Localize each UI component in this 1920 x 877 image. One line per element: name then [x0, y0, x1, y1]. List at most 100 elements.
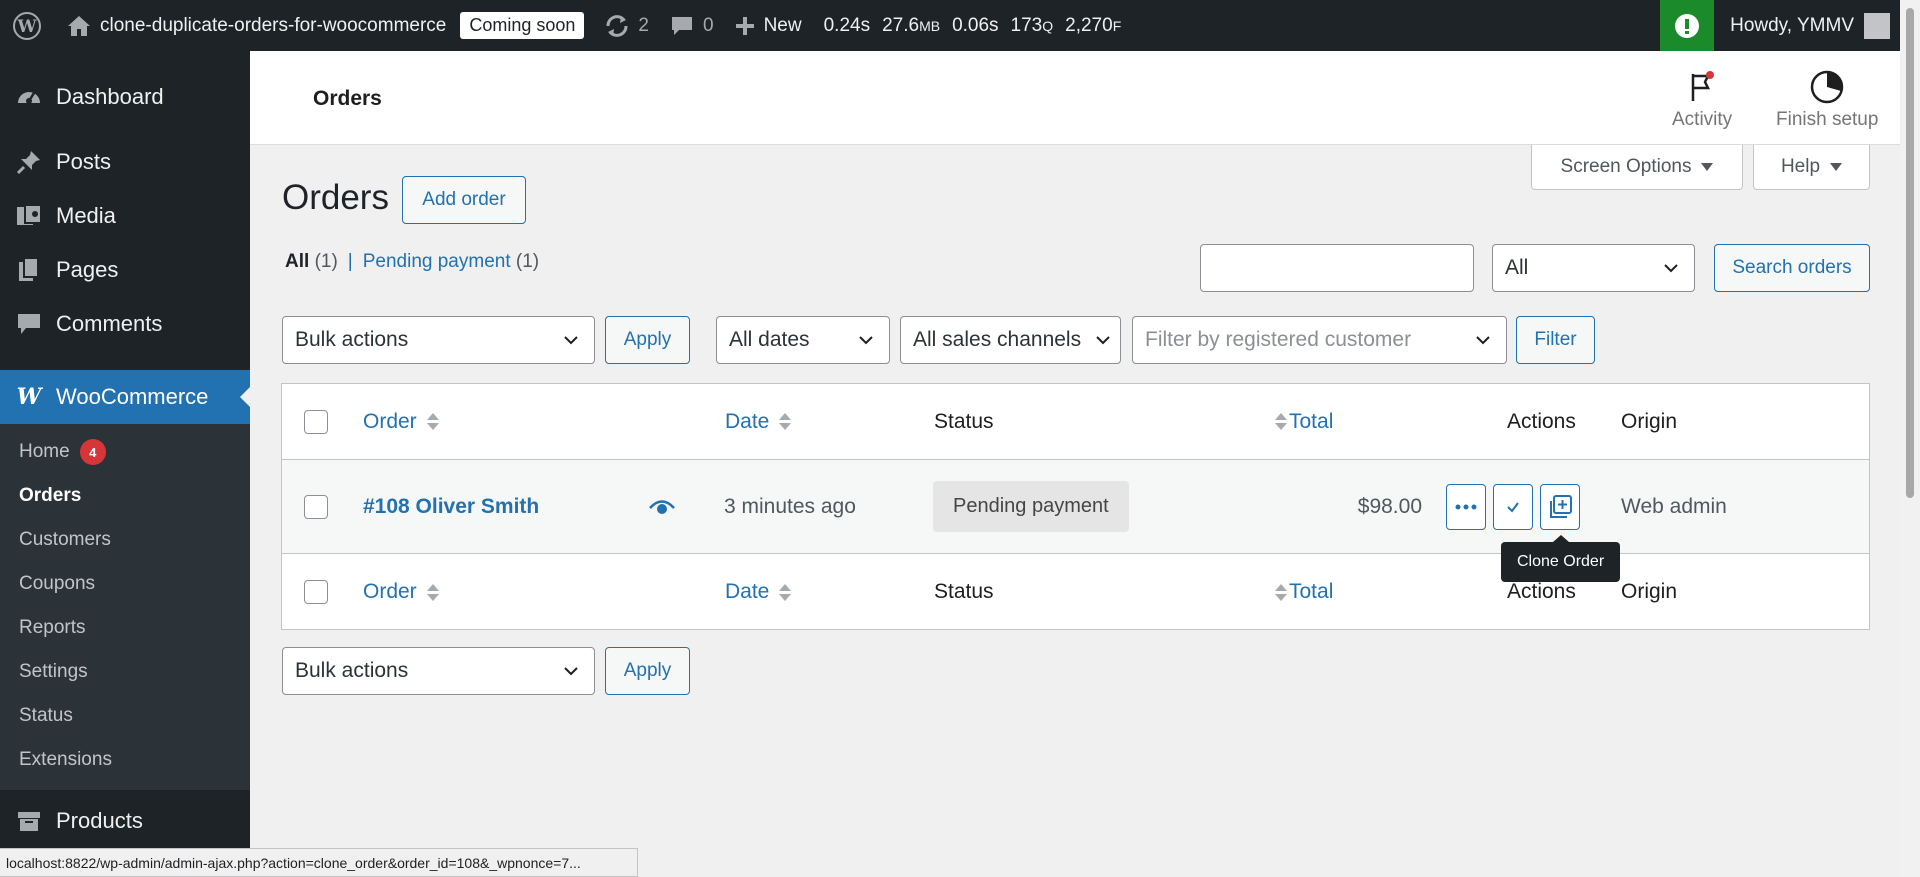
help-label: Help [1780, 156, 1821, 177]
caret-down-icon [1830, 163, 1843, 171]
qm-files: 2,270F [1065, 14, 1122, 36]
menu-woocommerce[interactable]: W WooCommerce [0, 370, 250, 424]
checkmark-icon [1507, 502, 1519, 513]
page-title: Orders [282, 178, 389, 217]
new-content-link[interactable]: New [724, 0, 812, 51]
view-separator: | [347, 251, 353, 272]
add-order-button[interactable]: Add order [402, 176, 526, 224]
sort-icon [779, 413, 792, 430]
menu-products[interactable]: Products [0, 794, 250, 848]
sort-icon [1275, 583, 1287, 601]
wordpress-icon: W [13, 11, 41, 40]
footer-column-date-sort[interactable]: Date [725, 554, 792, 630]
finish-setup-label: Finish setup [1776, 109, 1879, 130]
updates-link[interactable]: 2 [594, 0, 659, 51]
query-monitor-stats[interactable]: 0.24s 27.6MB 0.06s 173Q 2,270F [812, 15, 1146, 37]
submenu-customers[interactable]: Customers [0, 518, 250, 562]
my-account-link[interactable]: Howdy, YMMV [1714, 12, 1902, 39]
help-button[interactable]: Help [1753, 145, 1870, 190]
menu-products-label: Products [56, 808, 143, 833]
submenu-home[interactable]: Home 4 [0, 430, 250, 474]
order-status-views: All (1) | Pending payment (1) [285, 251, 539, 273]
clone-order-button[interactable] [1540, 484, 1580, 530]
customer-filter-placeholder: Filter by registered customer [1145, 328, 1412, 351]
submenu-reports[interactable]: Reports [0, 606, 250, 650]
view-pending-payment[interactable]: Pending payment (1) [363, 251, 539, 273]
finish-setup-button[interactable]: Finish setup [1776, 65, 1878, 131]
woocommerce-submenu: Home 4 Orders Customers Coupons Reports … [0, 424, 250, 790]
footer-column-order-sort[interactable]: Order [363, 554, 439, 630]
table-header: Order Date Status Total Actions Origin [282, 384, 1869, 460]
scrollbar-thumb[interactable] [1906, 8, 1914, 498]
menu-comments[interactable]: Comments [0, 297, 250, 351]
screen-options-button[interactable]: Screen Options [1531, 145, 1743, 190]
chevron-down-icon [1096, 336, 1110, 345]
order-origin: Web admin [1621, 494, 1727, 518]
orders-table: Order Date Status Total Actions Origin #… [281, 383, 1870, 630]
date-filter-value: All dates [729, 328, 810, 351]
more-actions-button[interactable] [1446, 484, 1486, 530]
column-status: Status [934, 409, 994, 433]
submenu-coupons[interactable]: Coupons [0, 562, 250, 606]
menu-posts[interactable]: Posts [0, 135, 250, 189]
chevron-down-icon [564, 336, 578, 345]
home-icon [66, 14, 92, 38]
site-name-link[interactable]: clone-duplicate-orders-for-woocommerce [56, 0, 456, 51]
view-all[interactable]: All (1) [285, 251, 338, 273]
column-date-sort[interactable]: Date [725, 384, 792, 459]
health-alert-button[interactable] [1660, 0, 1715, 51]
bulk-actions-value: Bulk actions [295, 328, 409, 351]
order-link[interactable]: #108 Oliver Smith [363, 460, 539, 553]
bulk-actions-select[interactable]: Bulk actions [282, 316, 595, 364]
table-row[interactable]: #108 Oliver Smith 3 minutes ago Pending … [282, 460, 1869, 554]
coming-soon-badge[interactable]: Coming soon [456, 0, 594, 51]
bottom-apply-button[interactable]: Apply [605, 647, 690, 695]
select-all-checkbox[interactable] [304, 409, 328, 434]
menu-dashboard[interactable]: Dashboard [0, 70, 250, 124]
site-name: clone-duplicate-orders-for-woocommerce [100, 14, 447, 36]
chevron-down-icon [564, 667, 578, 676]
apply-button[interactable]: Apply [605, 316, 690, 364]
status-badge: Pending payment [933, 481, 1129, 532]
complete-order-button[interactable] [1493, 484, 1533, 530]
chevron-down-icon [1664, 264, 1678, 273]
comments-count: 0 [703, 14, 714, 36]
qm-db-time: 0.06s [952, 14, 999, 36]
footer-column-total-sort[interactable]: Total [1275, 554, 1333, 630]
column-total-sort[interactable]: Total [1275, 384, 1333, 459]
bottom-bulk-actions-select[interactable]: Bulk actions [282, 647, 595, 695]
svg-text:W: W [16, 17, 37, 37]
activity-button[interactable]: Activity [1672, 65, 1732, 131]
menu-pages[interactable]: Pages [0, 243, 250, 297]
search-status-select[interactable]: All [1492, 244, 1695, 292]
wordpress-logo-button[interactable]: W [0, 0, 56, 51]
home-count-badge: 4 [79, 439, 106, 465]
bottom-bulk-actions-value: Bulk actions [295, 659, 409, 682]
progress-ring-icon [1809, 65, 1845, 109]
search-orders-button[interactable]: Search orders [1714, 244, 1870, 292]
order-total: $98.00 [1357, 494, 1422, 518]
date-filter-select[interactable]: All dates [716, 316, 890, 364]
customer-filter-select[interactable]: Filter by registered customer [1132, 316, 1507, 364]
header-title: Orders [313, 87, 382, 110]
screen-options-label: Screen Options [1560, 156, 1692, 177]
menu-comments-label: Comments [56, 311, 163, 336]
submenu-settings[interactable]: Settings [0, 650, 250, 694]
browser-status-bar: localhost:8822/wp-admin/admin-ajax.php?a… [0, 848, 638, 877]
row-checkbox[interactable] [304, 494, 328, 519]
sales-channel-select[interactable]: All sales channels [900, 316, 1121, 364]
submenu-extensions[interactable]: Extensions [0, 738, 250, 782]
search-orders-input[interactable] [1200, 244, 1474, 292]
order-status: Pending payment [933, 460, 1129, 553]
comments-link[interactable]: 0 [659, 0, 724, 51]
pin-icon [14, 147, 44, 177]
filter-button[interactable]: Filter [1516, 316, 1595, 364]
menu-media[interactable]: Media [0, 189, 250, 243]
submenu-orders[interactable]: Orders [0, 474, 250, 518]
page-scrollbar[interactable] [1900, 0, 1920, 877]
select-all-checkbox-footer[interactable] [304, 580, 328, 604]
submenu-status[interactable]: Status [0, 694, 250, 738]
media-icon [14, 201, 44, 231]
order-preview-button[interactable] [649, 460, 675, 553]
column-order-sort[interactable]: Order [363, 384, 439, 459]
